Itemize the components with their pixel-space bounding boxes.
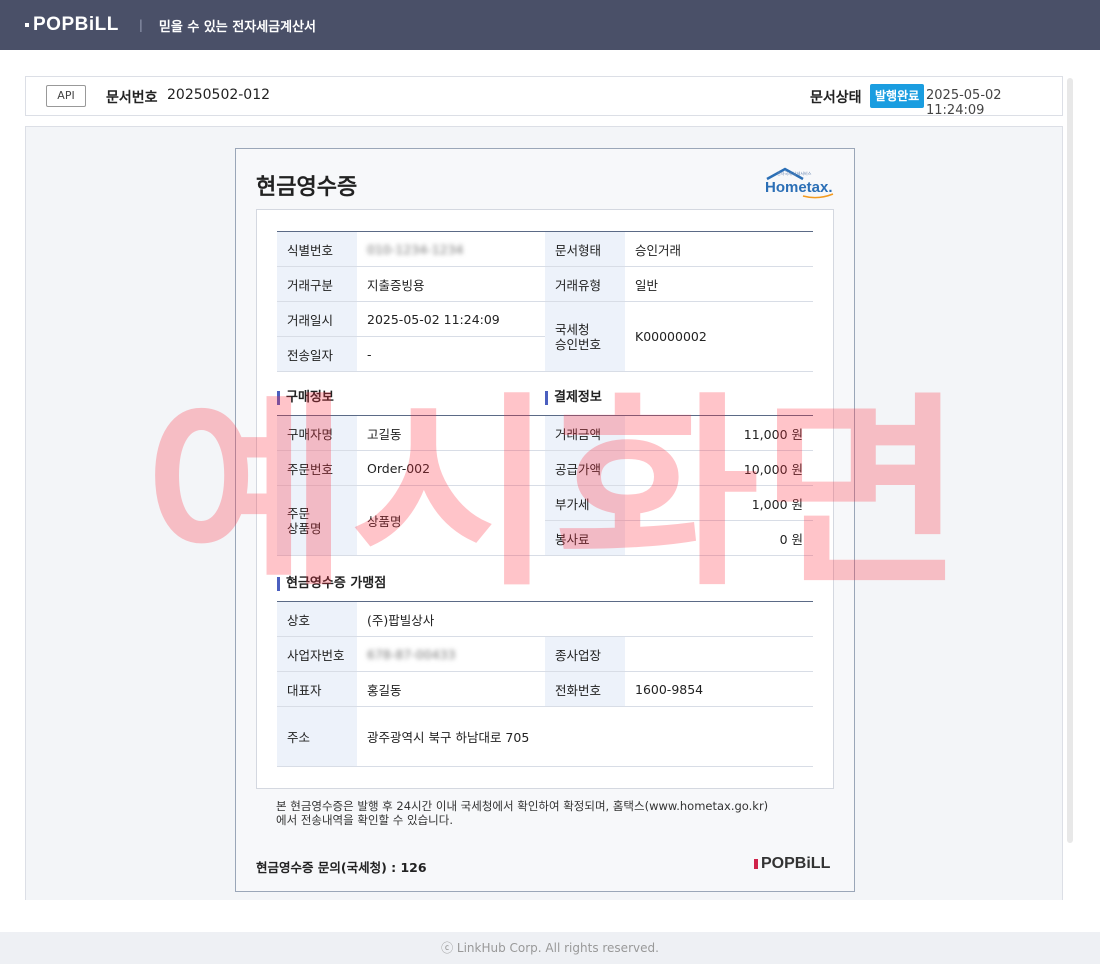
item-name-label: 주문 상품명 bbox=[277, 485, 357, 556]
table-row: 구매자명 고길동 bbox=[277, 415, 545, 451]
basic-info-table: 식별번호 010-1234-1234 문서형태 승인거래 거래구분 지출증빙용 … bbox=[277, 231, 813, 372]
doc-type-label: 문서형태 bbox=[545, 231, 625, 267]
cash-receipt-paper: 현금영수증 전자국세 납세서비스 Hometax. 식별번호 010-1234-… bbox=[235, 148, 855, 892]
doc-type-value: 승인거래 bbox=[625, 231, 813, 267]
vat-value: 1,000 원 bbox=[625, 485, 813, 521]
merchant-section-title: 현금영수증 가맹점 bbox=[277, 577, 386, 591]
table-row: 주소 광주광역시 북구 하남대로 705 bbox=[277, 706, 814, 767]
trade-type-label: 거래유형 bbox=[545, 266, 625, 302]
table-row: 대표자 홍길동 전화번호 1600-9854 bbox=[277, 671, 814, 707]
status-time: 2025-05-02 11:24:09 bbox=[926, 88, 1002, 118]
divider: | bbox=[138, 18, 143, 32]
buyer-section-title: 구매정보 bbox=[277, 391, 334, 405]
doc-no-value: 20250502-012 bbox=[167, 87, 271, 103]
total-amount-value: 11,000 원 bbox=[625, 415, 813, 451]
inquiry-info: 현금영수증 문의(국세청) : 126 bbox=[256, 860, 427, 875]
copyright-footer: ⓒ LinkHub Corp. All rights reserved. bbox=[0, 932, 1100, 964]
table-row: 상호 (주)팝빌상사 bbox=[277, 601, 814, 637]
document-info-bar: API 문서번호 20250502-012 문서상태 발행완료 2025-05-… bbox=[25, 76, 1063, 118]
order-no-label: 주문번호 bbox=[277, 450, 357, 486]
tel-label: 전화번호 bbox=[545, 671, 625, 707]
table-row: 봉사료 0 원 bbox=[545, 520, 813, 556]
top-navigation-bar: POPBiLL | 믿을 수 있는 전자세금계산서 bbox=[0, 0, 1100, 50]
supply-amount-value: 10,000 원 bbox=[625, 450, 813, 486]
trade-class-value: 지출증빙용 bbox=[357, 266, 545, 302]
send-date-value: - bbox=[357, 336, 545, 372]
receipt-notice: 본 현금영수증은 발행 후 24시간 이내 국세청에서 확인하여 확정되며, 홈… bbox=[276, 799, 769, 827]
hometax-logo-text: Hometax. bbox=[765, 179, 833, 196]
tel-value: 1600-9854 bbox=[625, 671, 814, 707]
biz-no-label: 사업자번호 bbox=[277, 636, 357, 672]
supply-amount-label: 공급가액 bbox=[545, 450, 625, 486]
popbill-footer-logo: POPBiLL bbox=[754, 855, 830, 873]
id-value: 010-1234-1234 bbox=[357, 231, 545, 267]
status-badge: 발행완료 bbox=[870, 84, 925, 108]
address-label: 주소 bbox=[277, 706, 357, 767]
buyer-name-value: 고길동 bbox=[357, 415, 545, 451]
item-name-value: 상품명 bbox=[357, 485, 545, 556]
biz-no-value: 678-87-00433 bbox=[357, 636, 545, 672]
merchant-table: 상호 (주)팝빌상사 사업자번호 678-87-00433 종사업장 대표자 홍… bbox=[277, 601, 814, 767]
address-value: 광주광역시 북구 하남대로 705 bbox=[357, 706, 814, 767]
hometax-logo: 전자국세 납세서비스 Hometax. bbox=[765, 167, 834, 199]
buyer-name-label: 구매자명 bbox=[277, 415, 357, 451]
vat-label: 부가세 bbox=[545, 485, 625, 521]
trade-class-label: 거래구분 bbox=[277, 266, 357, 302]
nts-approval-value: K00000002 bbox=[625, 301, 813, 372]
table-row: 사업자번호 678-87-00433 종사업장 bbox=[277, 636, 814, 672]
tagline: 믿을 수 있는 전자세금계산서 bbox=[158, 19, 316, 35]
order-no-value: Order-002 bbox=[357, 450, 545, 486]
receipt-body: 식별번호 010-1234-1234 문서형태 승인거래 거래구분 지출증빙용 … bbox=[256, 209, 834, 789]
ceo-value: 홍길동 bbox=[357, 671, 545, 707]
table-row: 거래일시 2025-05-02 11:24:09 국세청 승인번호 K000000… bbox=[277, 301, 813, 372]
company-label: 상호 bbox=[277, 601, 357, 637]
table-row: 거래구분 지출증빙용 거래유형 일반 bbox=[277, 266, 813, 302]
total-amount-label: 거래금액 bbox=[545, 415, 625, 451]
service-fee-value: 0 원 bbox=[625, 520, 813, 556]
table-row: 거래금액 11,000 원 bbox=[545, 415, 813, 451]
ceo-label: 대표자 bbox=[277, 671, 357, 707]
document-preview-area: 현금영수증 전자국세 납세서비스 Hometax. 식별번호 010-1234-… bbox=[25, 126, 1063, 900]
popbill-logo[interactable]: POPBiLL bbox=[25, 14, 119, 36]
table-row: 주문번호 Order-002 bbox=[277, 450, 545, 486]
doc-status-label: 문서상태 bbox=[810, 90, 862, 106]
sub-biz-value bbox=[625, 636, 814, 672]
table-row: 식별번호 010-1234-1234 문서형태 승인거래 bbox=[277, 231, 813, 267]
table-row: 주문 상품명 상품명 bbox=[277, 485, 545, 556]
id-label: 식별번호 bbox=[277, 231, 357, 267]
trade-type-value: 일반 bbox=[625, 266, 813, 302]
api-badge: API bbox=[46, 85, 86, 107]
send-date-label: 전송일자 bbox=[277, 336, 357, 372]
table-row: 부가세 1,000 원 bbox=[545, 485, 813, 521]
svg-text:전자국세 납세서비스: 전자국세 납세서비스 bbox=[777, 170, 812, 176]
table-row: 공급가액 10,000 원 bbox=[545, 450, 813, 486]
payment-table: 거래금액 11,000 원 공급가액 10,000 원 부가세 1,000 원 … bbox=[545, 415, 813, 556]
payment-section-title: 결제정보 bbox=[545, 391, 602, 405]
trade-date-label: 거래일시 bbox=[277, 301, 357, 337]
trade-date-value: 2025-05-02 11:24:09 bbox=[357, 301, 545, 337]
company-value: (주)팝빌상사 bbox=[357, 601, 814, 637]
scrollbar[interactable] bbox=[1067, 78, 1073, 843]
nts-approval-label: 국세청 승인번호 bbox=[545, 301, 625, 372]
doc-no-label: 문서번호 bbox=[106, 90, 158, 106]
sub-biz-label: 종사업장 bbox=[545, 636, 625, 672]
service-fee-label: 봉사료 bbox=[545, 520, 625, 556]
buyer-table: 구매자명 고길동 주문번호 Order-002 주문 상품명 상품명 bbox=[277, 415, 545, 556]
receipt-title: 현금영수증 bbox=[256, 175, 358, 200]
